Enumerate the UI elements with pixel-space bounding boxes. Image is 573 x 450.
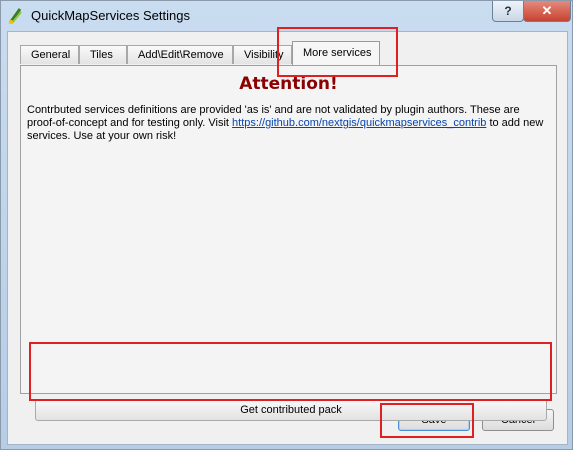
tab-tiles[interactable]: Tiles <box>79 45 127 64</box>
more-services-panel: Attention! Contrbuted services definitio… <box>20 65 557 421</box>
get-contributed-pack-button[interactable]: Get contributed pack <box>35 399 547 421</box>
close-button[interactable]: ✕ <box>523 1 571 22</box>
tab-add-edit-remove[interactable]: Add\Edit\Remove <box>127 45 233 64</box>
window-title: QuickMapServices Settings <box>31 8 190 23</box>
qgis-app-icon <box>7 7 23 25</box>
help-button[interactable]: ? <box>492 1 524 22</box>
tab-more-services[interactable]: More services <box>292 41 380 65</box>
tab-general[interactable]: General <box>20 45 79 64</box>
title-bar[interactable]: QuickMapServices Settings ? ✕ <box>1 1 572 31</box>
dialog-body: General Tiles Add\Edit\Remove Visibility… <box>7 31 568 445</box>
settings-dialog: QuickMapServices Settings ? ✕ General Ti… <box>0 0 573 450</box>
tab-visibility[interactable]: Visibility <box>233 45 292 64</box>
help-icon: ? <box>504 4 512 18</box>
close-icon: ✕ <box>541 3 553 18</box>
disclaimer-text: Contrbuted services definitions are prov… <box>27 104 547 143</box>
contrib-repo-link[interactable]: https://github.com/nextgis/quickmapservi… <box>232 117 486 129</box>
attention-heading: Attention! <box>239 74 338 94</box>
